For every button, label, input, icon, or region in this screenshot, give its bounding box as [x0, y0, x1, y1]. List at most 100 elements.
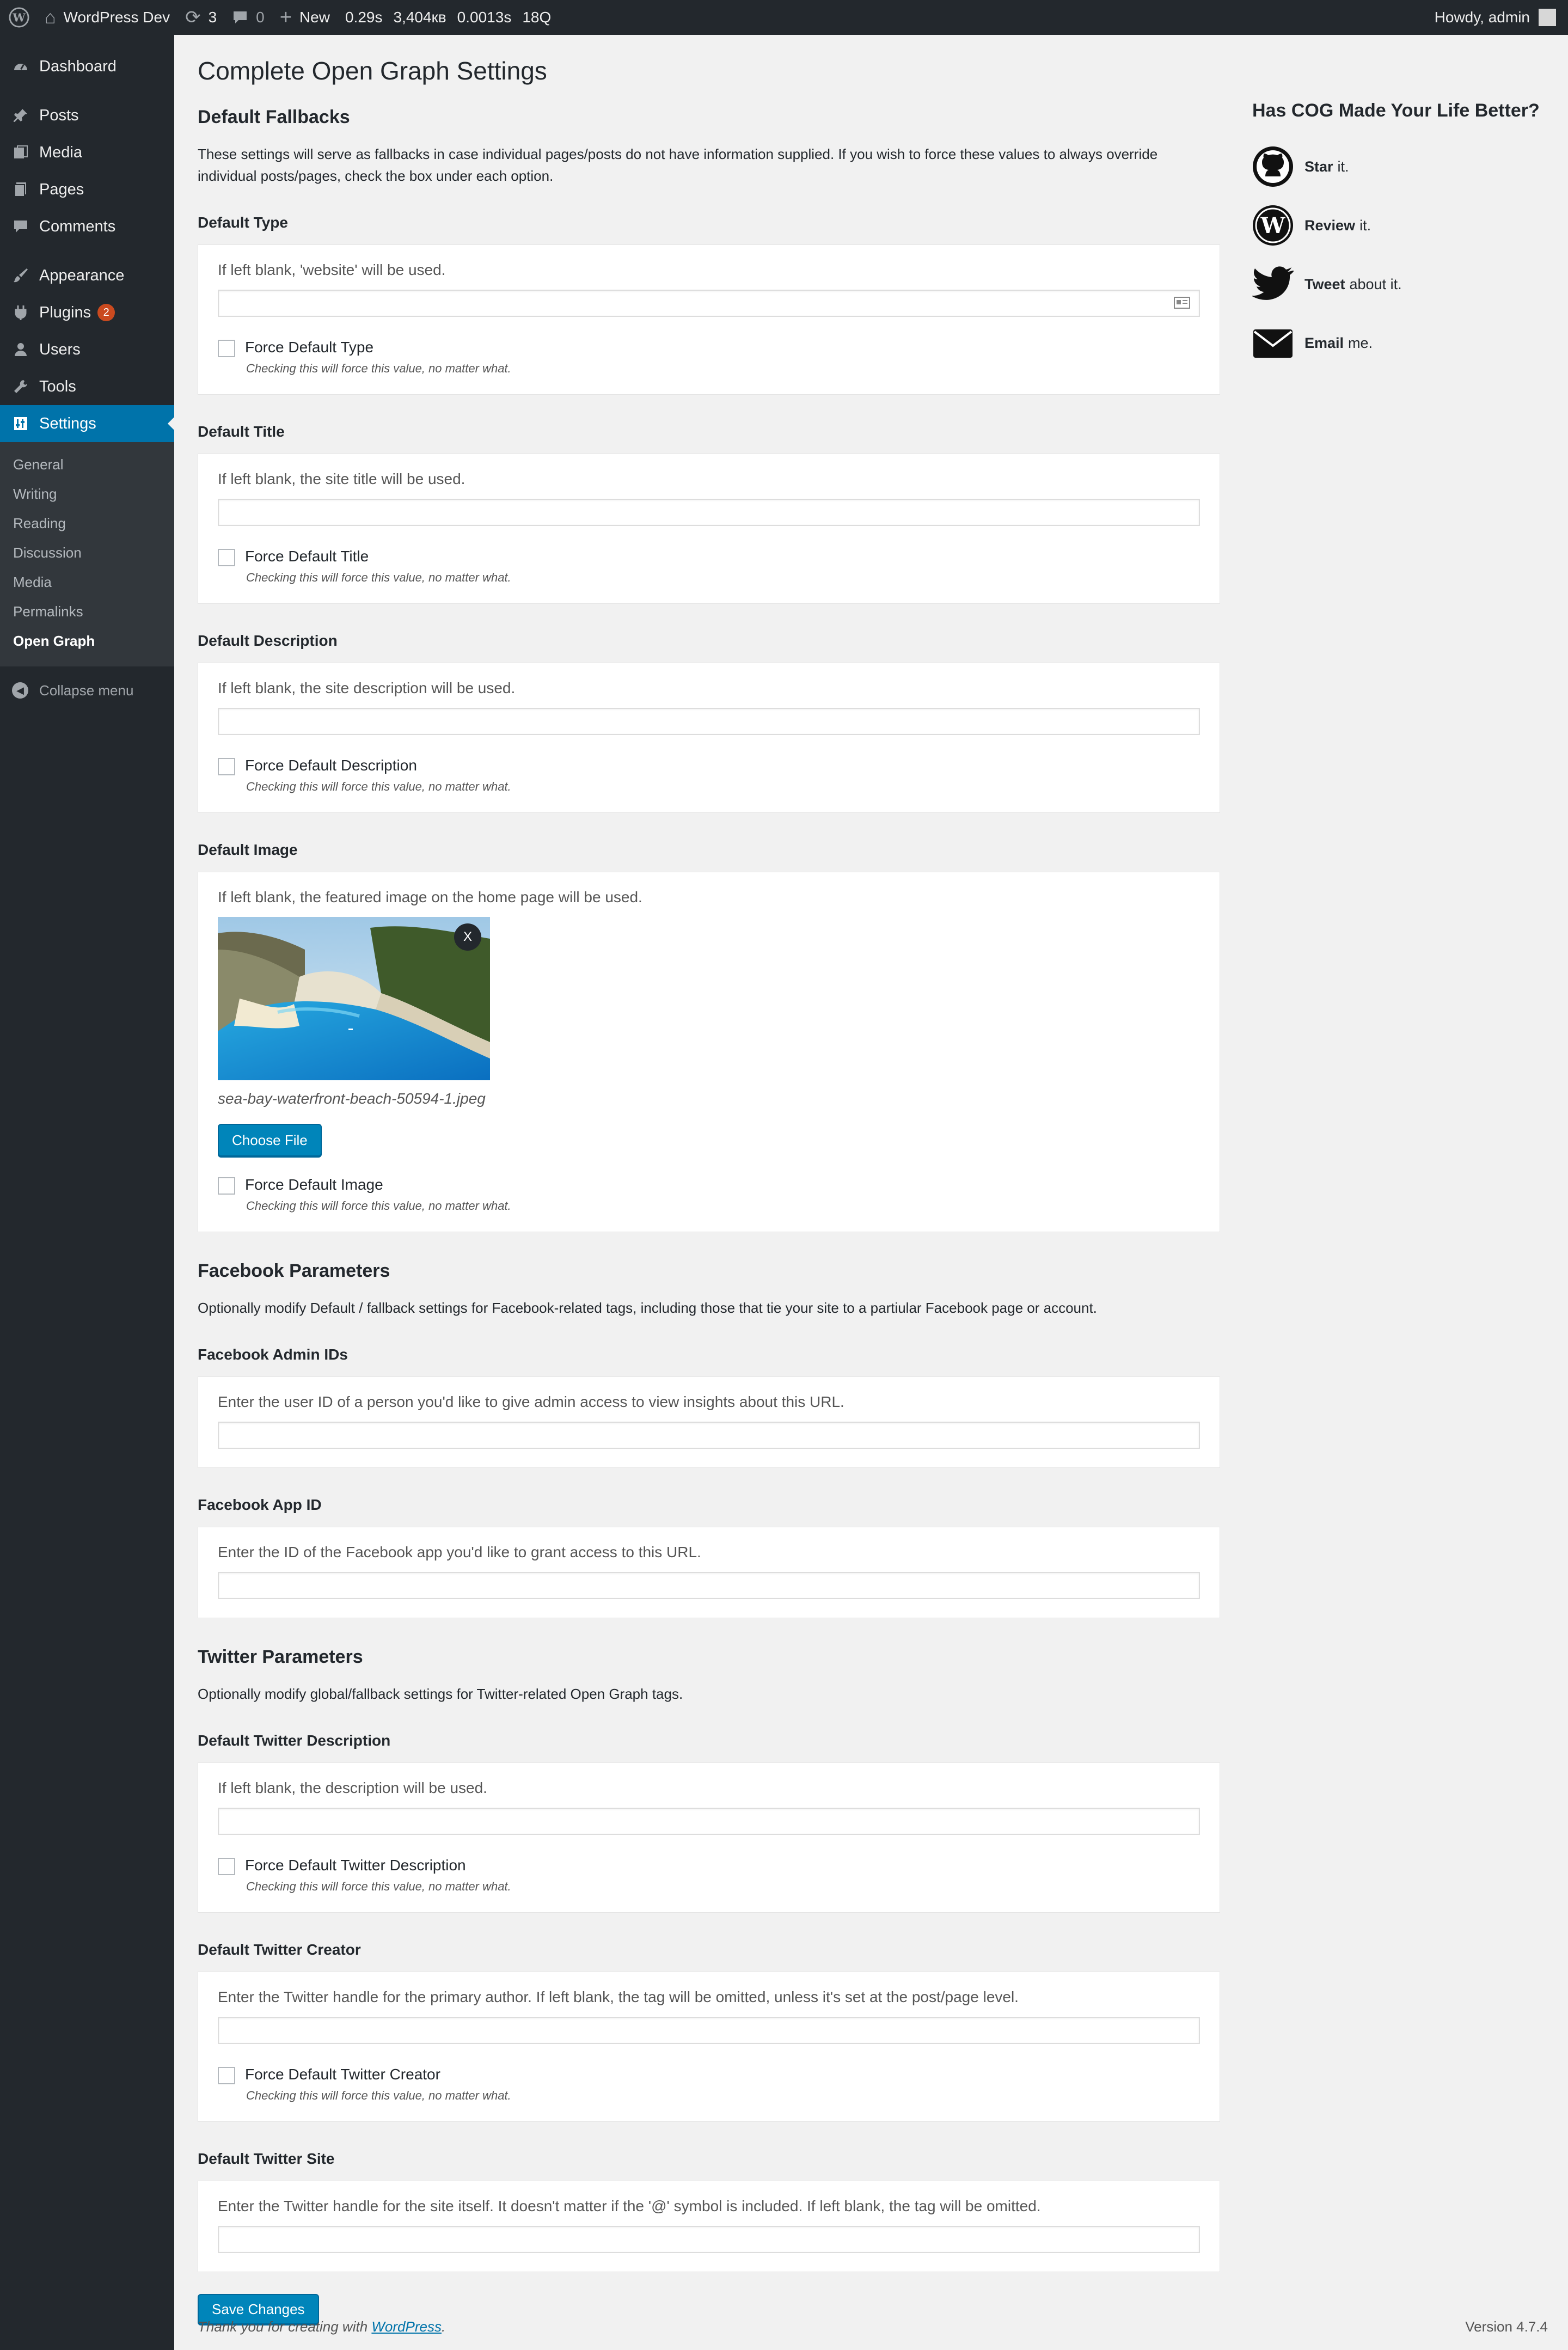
promo-review[interactable]: W Review it.: [1252, 202, 1557, 249]
dashboard-icon: [11, 58, 30, 75]
menu-pages[interactable]: Pages: [0, 171, 174, 208]
avatar: [1539, 9, 1556, 26]
facebook-admin-ids-input[interactable]: [218, 1422, 1200, 1449]
site-name: WordPress Dev: [63, 9, 170, 26]
section-title-twitter: Twitter Parameters: [198, 1647, 363, 1667]
menu-plugins[interactable]: Plugins 2: [0, 294, 174, 331]
menu-comments[interactable]: Comments: [0, 208, 174, 245]
menu-label: Appearance: [39, 266, 125, 284]
wp-logo-menu[interactable]: W: [0, 0, 37, 35]
field-box-facebook-admin-ids: Enter the user ID of a person you'd like…: [198, 1376, 1220, 1468]
menu-settings[interactable]: Settings: [0, 405, 174, 442]
section-title-facebook: Facebook Parameters: [198, 1260, 390, 1281]
site-name-menu[interactable]: ⌂ WordPress Dev: [37, 0, 177, 35]
force-default-title-row[interactable]: Force Default Title: [218, 548, 1200, 566]
footer-thanks-prefix: Thank you for creating with: [198, 2318, 368, 2335]
force-default-title-checkbox[interactable]: [218, 549, 235, 566]
section-desc-facebook: Optionally modify Default / fallback set…: [198, 1300, 1097, 1316]
force-default-image-label: Force Default Image: [245, 1176, 383, 1193]
label-facebook-admin-ids: Facebook Admin IDs: [198, 1346, 348, 1363]
promo-email[interactable]: Email me.: [1252, 320, 1557, 366]
autofill-card-icon[interactable]: [1174, 296, 1190, 313]
default-title-input[interactable]: [218, 499, 1200, 526]
menu-label: Users: [39, 340, 81, 358]
facebook-app-id-input[interactable]: [218, 1572, 1200, 1599]
force-default-image-checkbox[interactable]: [218, 1177, 235, 1195]
menu-appearance[interactable]: Appearance: [0, 257, 174, 294]
hint-facebook-admin-ids: Enter the user ID of a person you'd like…: [218, 1393, 844, 1410]
twitter-creator-input[interactable]: [218, 2017, 1200, 2044]
section-desc-fallbacks: These settings will serve as fallbacks i…: [198, 146, 1158, 184]
menu-dashboard[interactable]: Dashboard: [0, 48, 174, 85]
submenu-media[interactable]: Media: [0, 567, 174, 597]
promo-star-strong: Star: [1304, 158, 1333, 175]
force-note: Checking this will force this value, no …: [246, 2089, 511, 2102]
submenu-open-graph[interactable]: Open Graph: [0, 626, 174, 656]
field-box-facebook-app-id: Enter the ID of the Facebook app you'd l…: [198, 1527, 1220, 1618]
collapse-menu-button[interactable]: ◀ Collapse menu: [0, 672, 174, 709]
new-content-menu[interactable]: + New: [272, 0, 338, 35]
section-desc-twitter: Optionally modify global/fallback settin…: [198, 1686, 683, 1702]
force-note: Checking this will force this value, no …: [246, 362, 511, 375]
remove-image-button[interactable]: X: [454, 923, 481, 951]
force-twitter-creator-row[interactable]: Force Default Twitter Creator: [218, 2066, 1200, 2084]
promo-star-rest: it.: [1337, 158, 1349, 175]
collapse-arrow-icon: ◀: [12, 682, 28, 699]
menu-media[interactable]: Media: [0, 134, 174, 171]
default-type-input[interactable]: [218, 290, 1200, 317]
cog-promo-sidebar: Has COG Made Your Life Better? Star it. …: [1252, 100, 1557, 378]
force-twitter-creator-checkbox[interactable]: [218, 2067, 235, 2084]
plus-icon: +: [279, 5, 292, 29]
force-default-description-row[interactable]: Force Default Description: [218, 757, 1200, 775]
menu-posts[interactable]: Posts: [0, 97, 174, 134]
twitter-description-input[interactable]: [218, 1808, 1200, 1835]
stat-queries: 18Q: [522, 9, 552, 26]
pages-icon: [11, 181, 30, 198]
label-default-description: Default Description: [198, 632, 338, 649]
promo-tweet-strong: Tweet: [1304, 276, 1345, 292]
hint-default-type: If left blank, 'website' will be used.: [218, 261, 446, 278]
submenu-reading[interactable]: Reading: [0, 509, 174, 538]
force-default-type-checkbox[interactable]: [218, 340, 235, 357]
field-box-twitter-site: Enter the Twitter handle for the site it…: [198, 2181, 1220, 2272]
submenu-writing[interactable]: Writing: [0, 479, 174, 509]
force-note: Checking this will force this value, no …: [246, 571, 511, 584]
twitter-site-input[interactable]: [218, 2226, 1200, 2253]
default-description-input[interactable]: [218, 708, 1200, 735]
force-default-image-row[interactable]: Force Default Image: [218, 1176, 1200, 1195]
menu-users[interactable]: Users: [0, 331, 174, 368]
force-twitter-description-row[interactable]: Force Default Twitter Description: [218, 1857, 1200, 1875]
svg-text:W: W: [12, 11, 26, 25]
submenu-discussion[interactable]: Discussion: [0, 538, 174, 567]
choose-file-button[interactable]: Choose File: [218, 1124, 322, 1156]
promo-review-strong: Review: [1304, 217, 1356, 234]
wordpress-icon: W: [1252, 205, 1294, 246]
force-twitter-description-checkbox[interactable]: [218, 1858, 235, 1875]
query-monitor-stats[interactable]: 0.29s 3,404кв 0.0013s 18Q: [338, 0, 559, 35]
collapse-label: Collapse menu: [39, 682, 134, 699]
menu-tools[interactable]: Tools: [0, 368, 174, 405]
force-note: Checking this will force this value, no …: [246, 1199, 511, 1213]
new-label: New: [299, 9, 330, 26]
updates-menu[interactable]: ⟳ 3: [177, 0, 224, 35]
force-default-type-row[interactable]: Force Default Type: [218, 339, 1200, 357]
comments-menu[interactable]: 0: [224, 0, 272, 35]
github-icon: [1252, 146, 1294, 187]
menu-label: Pages: [39, 180, 84, 198]
comment-icon: [11, 218, 30, 235]
submenu-permalinks[interactable]: Permalinks: [0, 597, 174, 626]
main-content: Complete Open Graph Settings Default Fal…: [198, 54, 1220, 2324]
promo-tweet[interactable]: Tweet about it.: [1252, 261, 1557, 308]
comments-count: 0: [256, 9, 265, 26]
promo-star[interactable]: Star it.: [1252, 143, 1557, 190]
menu-label: Posts: [39, 106, 79, 124]
twitter-icon: [1252, 264, 1294, 305]
force-default-description-checkbox[interactable]: [218, 758, 235, 775]
hint-twitter-description: If left blank, the description will be u…: [218, 1779, 487, 1796]
submenu-general[interactable]: General: [0, 450, 174, 479]
menu-label: Media: [39, 143, 82, 161]
label-twitter-creator: Default Twitter Creator: [198, 1941, 361, 1958]
wordpress-version: Version 4.7.4: [1465, 2318, 1548, 2335]
my-account-menu[interactable]: Howdy, admin: [1427, 0, 1568, 35]
wordpress-link[interactable]: WordPress: [371, 2318, 442, 2335]
